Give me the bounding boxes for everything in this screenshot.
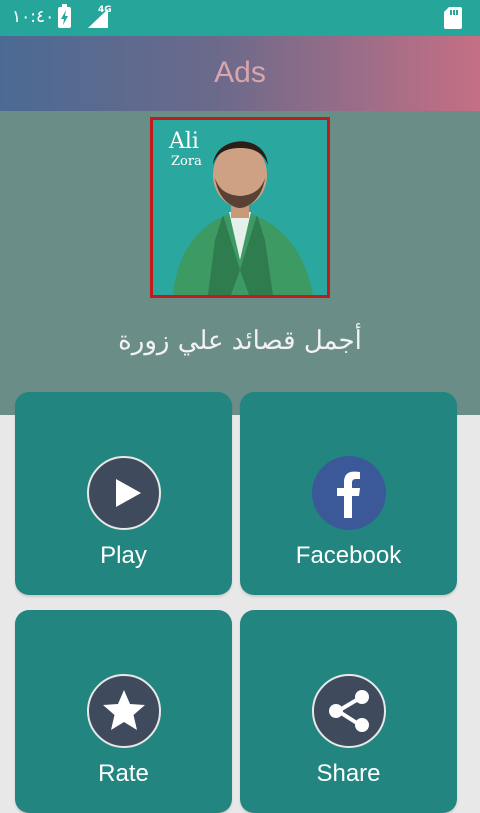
play-icon — [87, 456, 161, 530]
rate-card[interactable]: Rate — [15, 610, 232, 813]
share-icon — [312, 674, 386, 748]
play-card[interactable]: Play — [15, 392, 232, 595]
sd-card-icon — [444, 7, 462, 29]
network-type: 4G — [98, 5, 112, 15]
status-bar: ١٠:٤٠ 4G — [0, 0, 480, 36]
rate-label: Rate — [98, 760, 149, 787]
ads-banner[interactable]: Ads — [0, 36, 480, 111]
play-label: Play — [100, 542, 147, 569]
photo-name-last: Zora — [171, 154, 202, 169]
facebook-icon — [312, 456, 386, 530]
artist-photo: Ali Zora — [150, 117, 330, 298]
ads-title: Ads — [214, 56, 266, 89]
app-subtitle: أجمل قصائد علي زورة — [118, 326, 362, 356]
battery-icon — [58, 4, 71, 28]
facebook-label: Facebook — [295, 542, 402, 569]
share-label: Share — [316, 760, 381, 787]
photo-name-first: Ali — [169, 129, 199, 154]
photo-caption: Ali Zora — [169, 129, 202, 170]
share-card[interactable]: Share — [240, 610, 457, 813]
status-time: ١٠:٤٠ — [12, 7, 55, 27]
facebook-card[interactable]: Facebook — [240, 392, 457, 595]
star-icon — [87, 674, 161, 748]
